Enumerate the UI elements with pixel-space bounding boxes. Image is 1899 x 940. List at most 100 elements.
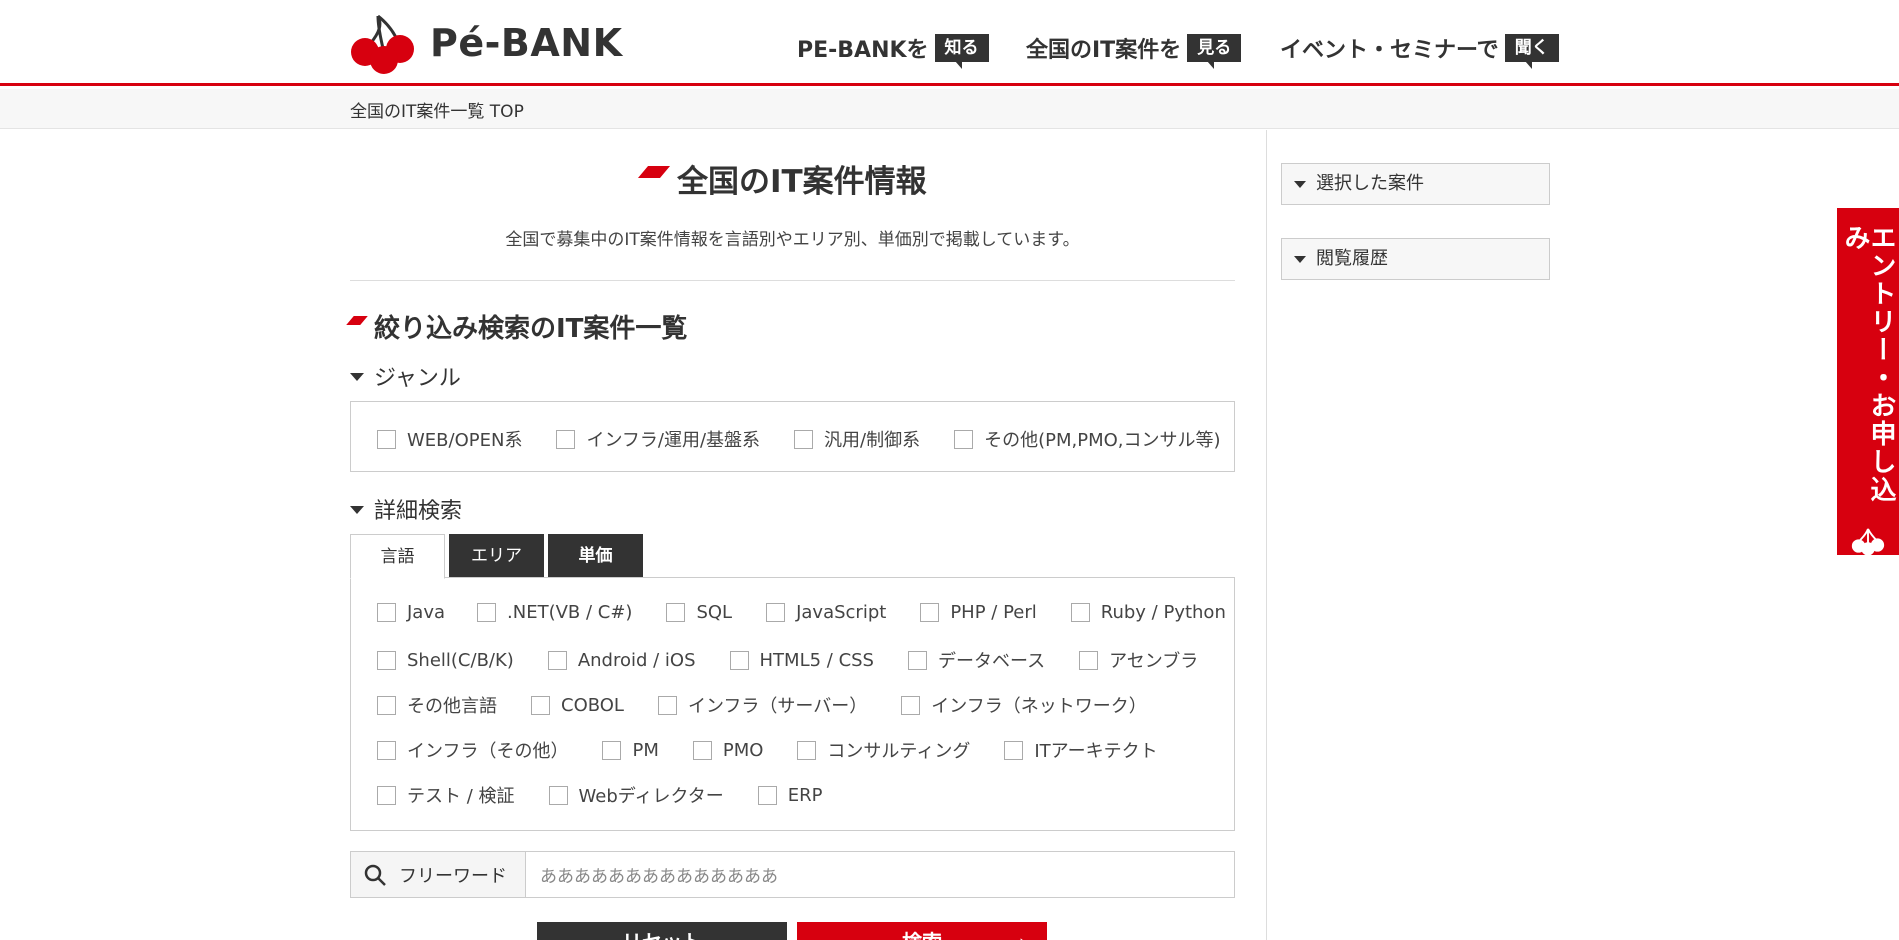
checkbox[interactable]	[1070, 603, 1090, 622]
lang-item[interactable]: PHP / Perl	[920, 602, 1037, 623]
checkbox[interactable]	[1004, 740, 1024, 760]
genre-general[interactable]: 汎用/制御系	[794, 426, 920, 452]
tab-area[interactable]: エリア	[449, 534, 544, 578]
lang-label: ERP	[787, 784, 823, 806]
checkbox[interactable]	[548, 785, 568, 805]
lang-label: インフラ（その他）	[407, 741, 569, 762]
lang-item[interactable]: テスト / 検証	[377, 782, 515, 808]
checkbox[interactable]	[1079, 650, 1099, 670]
section-accent-icon	[346, 316, 368, 325]
lang-item[interactable]: COBOL	[531, 695, 624, 716]
genre-heading[interactable]: ジャンル	[350, 360, 461, 392]
genre-heading-label: ジャンル	[374, 366, 461, 391]
lang-item[interactable]: その他言語	[377, 692, 497, 718]
entry-banner[interactable]: エントリー・お申し込み	[1837, 208, 1899, 555]
triangle-down-icon	[1294, 256, 1306, 263]
lang-item[interactable]: データベース	[907, 647, 1046, 673]
breadcrumb[interactable]: 全国のIT案件一覧 TOP	[350, 97, 524, 122]
lang-item[interactable]: PMO	[692, 740, 763, 761]
nav-know[interactable]: PE-BANKを 知る	[797, 32, 989, 69]
checkbox[interactable]	[547, 650, 567, 670]
site-header: Pé-BANK PE-BANKを 知る 全国のIT案件を 見る イベント・セミナ…	[0, 0, 1899, 86]
language-row: その他言語 COBOL インフラ（サーバー） インフラ（ネットワーク）	[377, 692, 1147, 718]
lang-item[interactable]: SQL	[666, 602, 732, 623]
lang-label: その他言語	[407, 696, 497, 717]
lang-item[interactable]: アセンブラ	[1079, 647, 1198, 673]
lang-label: ITアーキテクト	[1034, 741, 1158, 762]
checkbox[interactable]	[757, 785, 777, 805]
checkbox[interactable]	[377, 603, 396, 622]
sidebar-divider	[1266, 130, 1267, 940]
detail-heading-label: 詳細検索	[374, 499, 463, 524]
nav-listen[interactable]: イベント・セミナーで 聞く	[1280, 32, 1559, 69]
nav-see[interactable]: 全国のIT案件を 見る	[1026, 32, 1242, 69]
lang-item[interactable]: インフラ（サーバー）	[657, 692, 868, 718]
language-row: Shell(C/B/K) Android / iOS HTML5 / CSS デ…	[377, 647, 1198, 673]
checkbox[interactable]	[556, 429, 576, 449]
nav-see-text: 全国のIT案件を	[1026, 38, 1182, 63]
checkbox[interactable]	[954, 429, 974, 449]
checkbox[interactable]	[477, 603, 497, 622]
nav-see-badge: 見る	[1187, 34, 1242, 69]
checkbox[interactable]	[657, 695, 677, 715]
checkbox[interactable]	[766, 603, 786, 622]
checkbox[interactable]	[377, 785, 396, 805]
genre-web-open[interactable]: WEB/OPEN系	[377, 426, 522, 452]
page-title: 全国のIT案件情報	[677, 164, 927, 200]
history-toggle[interactable]: 閲覧履歴	[1281, 238, 1550, 280]
lang-item[interactable]: PM	[602, 739, 659, 761]
genre-infra[interactable]: インフラ/運用/基盤系	[556, 426, 760, 452]
lang-item[interactable]: Webディレクター	[548, 782, 724, 808]
checkbox[interactable]	[797, 740, 817, 760]
checkbox[interactable]	[377, 740, 396, 760]
lang-item[interactable]: インフラ（ネットワーク）	[901, 692, 1147, 718]
checkbox[interactable]	[602, 740, 622, 760]
checkbox[interactable]	[377, 650, 396, 670]
lang-item[interactable]: Java	[377, 602, 445, 623]
title-accent-icon	[637, 165, 671, 178]
lang-item[interactable]: ERP	[757, 784, 823, 806]
search-button[interactable]: 検索 ›	[797, 922, 1047, 940]
pe-bank-logo[interactable]: Pé-BANK	[348, 12, 623, 74]
lang-item[interactable]: .NET(VB / C#)	[477, 602, 632, 623]
checkbox[interactable]	[907, 650, 927, 670]
freeword-input[interactable]	[526, 852, 1234, 897]
checkbox[interactable]	[794, 429, 814, 449]
lang-item[interactable]: ITアーキテクト	[1004, 737, 1158, 763]
nav-listen-text: イベント・セミナーで	[1280, 38, 1499, 63]
freeword-label: フリーワード	[399, 865, 507, 887]
lang-item[interactable]: Android / iOS	[547, 650, 696, 671]
lang-label: Webディレクター	[578, 786, 724, 807]
lang-label: データベース	[937, 651, 1046, 672]
language-row: インフラ（その他） PM PMO コンサルティング ITアーキテクト	[377, 737, 1158, 763]
checkbox[interactable]	[531, 695, 550, 715]
checkbox[interactable]	[666, 603, 686, 622]
lang-item[interactable]: HTML5 / CSS	[729, 650, 874, 671]
lang-label: PM	[632, 739, 659, 761]
lang-label: インフラ（サーバー）	[687, 696, 868, 717]
checkbox[interactable]	[692, 740, 712, 760]
genre-other[interactable]: その他(PM,PMO,コンサル等)	[954, 426, 1221, 452]
checkbox[interactable]	[920, 603, 940, 622]
tab-language[interactable]: 言語	[350, 534, 445, 579]
lang-item[interactable]: インフラ（その他）	[377, 737, 568, 763]
genre-box: WEB/OPEN系 インフラ/運用/基盤系 汎用/制御系 その他(PM,PMO,…	[350, 401, 1235, 472]
search-button-label: 検索	[902, 930, 942, 940]
lang-item[interactable]: Ruby / Python	[1070, 602, 1226, 623]
reset-button-label: リセット	[622, 930, 702, 940]
checkbox[interactable]	[729, 650, 749, 670]
selected-jobs-toggle[interactable]: 選択した案件	[1281, 163, 1550, 205]
detail-heading[interactable]: 詳細検索	[350, 493, 462, 525]
lang-item[interactable]: コンサルティング	[797, 737, 970, 763]
logo-text: Pé-BANK	[430, 21, 623, 65]
reset-button[interactable]: リセット	[537, 922, 787, 940]
lang-item[interactable]: Shell(C/B/K)	[377, 650, 514, 671]
lang-item[interactable]: JavaScript	[766, 602, 886, 623]
checkbox[interactable]	[377, 429, 396, 449]
language-box: Java .NET(VB / C#) SQL JavaScript PHP / …	[350, 577, 1235, 831]
tab-price[interactable]: 単価	[548, 534, 643, 578]
page-title-wrap: 全国のIT案件情報	[637, 156, 927, 201]
checkbox[interactable]	[377, 695, 396, 715]
lang-label: インフラ（ネットワーク）	[931, 696, 1147, 717]
checkbox[interactable]	[901, 695, 921, 715]
